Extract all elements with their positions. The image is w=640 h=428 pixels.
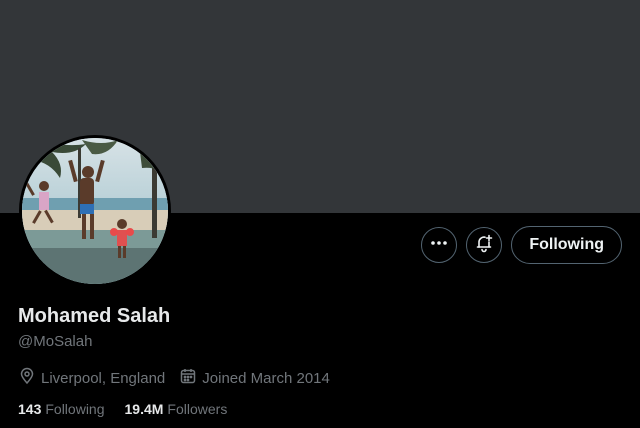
follow-counts: 143 Following 19.4M Followers [18, 401, 247, 417]
profile-meta: Liverpool, England Joined March 2014 [18, 367, 344, 389]
profile-name: Mohamed Salah [18, 305, 171, 327]
calendar-icon [179, 367, 197, 389]
followers-count-link[interactable]: 19.4M Followers [125, 401, 228, 417]
location-text: Liverpool, England [41, 369, 166, 387]
joined-text: Joined March 2014 [202, 369, 330, 387]
following-count-link[interactable]: 143 Following [18, 401, 105, 417]
profile-actions: Following [421, 226, 622, 264]
profile-avatar[interactable] [19, 135, 171, 287]
joined-item: Joined March 2014 [179, 367, 330, 389]
map-pin-icon [18, 367, 36, 389]
followers-count: 19.4M [124, 401, 164, 417]
more-horizontal-icon [430, 234, 448, 257]
profile-handle: @MoSalah [18, 333, 93, 350]
location-item: Liverpool, England [18, 367, 165, 389]
notifications-button[interactable] [466, 227, 503, 263]
following-label: Following [45, 401, 105, 417]
following-count: 143 [18, 401, 42, 417]
bell-plus-icon [474, 233, 494, 258]
more-options-button[interactable] [421, 227, 458, 263]
following-button[interactable]: Following [511, 226, 622, 264]
followers-label: Followers [167, 401, 228, 417]
